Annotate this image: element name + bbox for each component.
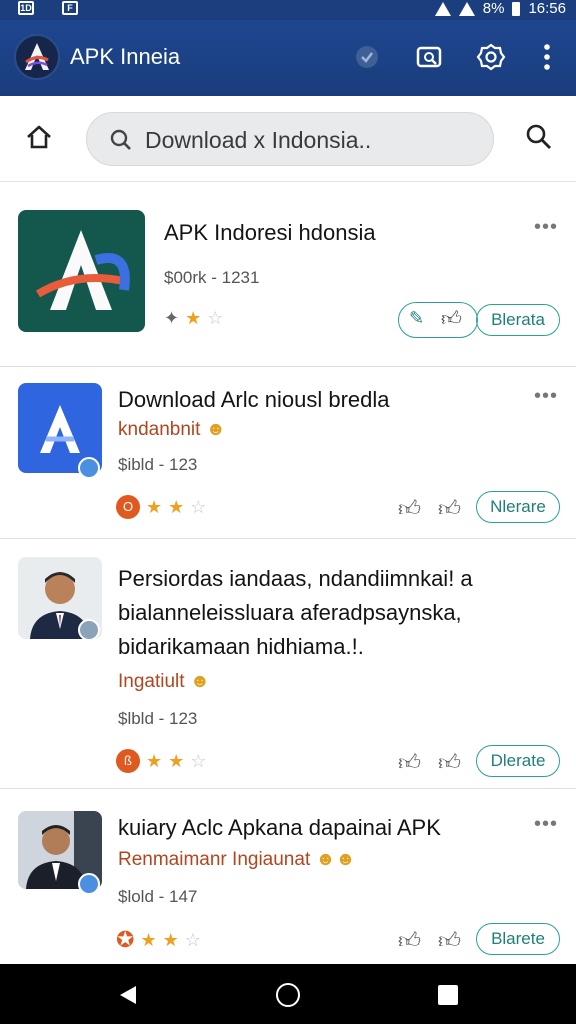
recents-icon[interactable] — [438, 985, 458, 1005]
search-icon — [109, 128, 133, 152]
battery-icon — [512, 1, 521, 16]
pin-icon: ✦ — [164, 308, 180, 328]
screenshot-icon[interactable] — [414, 42, 444, 72]
item-title-line[interactable]: bialanneleissluara aferadpsaynska, — [118, 597, 462, 629]
app-bar: APK Inneia — [0, 20, 576, 96]
smile-emoji-icon: ☻ — [205, 419, 226, 440]
verified-badge-icon — [78, 457, 100, 479]
star-icon: ★ — [185, 308, 202, 328]
app-logo-icon — [14, 34, 60, 80]
signal-icon — [458, 1, 475, 16]
thumbs-up-icon[interactable]: 👍︎ — [398, 749, 422, 775]
star-empty-icon: ☆ — [184, 929, 201, 950]
status-bar: 1D F 8% 16:56 — [0, 0, 576, 20]
item-meta: $lbld - 123 — [118, 709, 198, 728]
thumbs-up-icon[interactable]: 👍︎ — [398, 495, 422, 521]
item-title[interactable]: kuiary Aclc Apkana dapainai APK — [118, 815, 441, 841]
star-empty-icon: ☆ — [190, 496, 207, 517]
item-title[interactable]: Download Arlc niousl bredla — [118, 387, 390, 413]
thumbs-up-icon[interactable]: 👍︎ — [441, 307, 462, 331]
rating: ß ★ ★ ☆ — [116, 749, 206, 773]
list-item[interactable]: Download Arlc niousl bredla kndanbnit ☻ … — [0, 367, 576, 537]
share-icon[interactable]: 👍︎ — [438, 927, 462, 953]
item-subtitle: Ingatiult ☻ — [118, 671, 210, 692]
search-row: Download х Indonsia.. — [0, 96, 576, 182]
item-title-line[interactable]: Persiordas iandaas, ndandiimnkai! a — [118, 563, 473, 595]
list-item[interactable]: APK Indoresi hdonsia $00rk - 1231 ••• ✦ … — [0, 182, 576, 366]
notification-icon-2: F — [62, 1, 78, 15]
more-options-icon[interactable]: ••• — [534, 216, 558, 239]
star-icon: ★ — [162, 929, 179, 950]
star-icon: ★ — [146, 750, 163, 771]
notification-icon: 1D — [18, 1, 34, 15]
item-meta: $00rk - 1231 — [164, 268, 260, 287]
verified-badge-icon — [78, 619, 100, 641]
list-item[interactable]: kuiary Aclc Apkana dapainai APK Renmaima… — [0, 789, 576, 963]
search-query: Download х Indonsia.. — [145, 127, 372, 153]
wifi-icon — [434, 1, 451, 16]
item-meta: $lold - 147 — [118, 887, 198, 906]
rating: ✦ ★ ☆ — [164, 308, 223, 329]
action-button[interactable]: Dlerate — [476, 745, 560, 777]
item-subtitle: kndanbnit ☻ — [118, 419, 226, 440]
share-icon[interactable]: 👍︎ — [438, 749, 462, 775]
action-button[interactable]: Nlerare — [476, 491, 560, 523]
rating: O ★ ★ ☆ — [116, 495, 206, 519]
action-button[interactable]: Blarete — [476, 923, 560, 955]
star-icon: ★ — [146, 496, 163, 517]
item-title-line[interactable]: bidarikamaan hidhiama.!. — [118, 631, 364, 663]
shield-check-icon[interactable] — [352, 42, 382, 72]
thumbs-up-icon[interactable]: 👍︎ — [398, 927, 422, 953]
smile-emoji-icon: ☻ — [189, 671, 210, 692]
star-icon: ★ — [168, 750, 185, 771]
verified-badge-icon — [78, 873, 100, 895]
item-meta: $ibld - 123 — [118, 455, 198, 474]
clock: 16:56 — [528, 0, 566, 17]
star-icon: ★ — [168, 496, 185, 517]
share-icon[interactable]: 👍︎ — [438, 495, 462, 521]
item-subtitle: Renmaimanr Ingiaunat ☻☻ — [118, 849, 356, 870]
app-thumbnail-icon[interactable] — [18, 210, 145, 332]
navigation-bar — [0, 964, 576, 1024]
home-icon[interactable] — [24, 122, 54, 152]
back-icon[interactable] — [116, 984, 138, 1011]
star-empty-icon: ☆ — [207, 308, 224, 328]
battery-percent: 8% — [482, 0, 505, 17]
item-title[interactable]: APK Indoresi hdonsia — [164, 220, 376, 246]
list-item[interactable]: Persiordas iandaas, ndandiimnkai! a bial… — [0, 539, 576, 787]
smile-emoji-icon: ☻☻ — [315, 849, 356, 870]
user-avatar-icon: ß — [116, 749, 140, 773]
user-avatar-icon: O — [116, 495, 140, 519]
more-options-icon[interactable]: ••• — [534, 385, 558, 408]
rating: ✪ ★ ★ ☆ — [116, 927, 201, 953]
settings-icon[interactable] — [476, 42, 506, 72]
star-icon: ★ — [140, 929, 157, 950]
like-group[interactable]: ✎ 👍︎ — [398, 302, 478, 338]
search-button[interactable] — [524, 122, 554, 152]
search-input[interactable]: Download х Indonsia.. — [86, 112, 494, 166]
pen-icon[interactable]: ✎ — [409, 308, 424, 329]
more-vert-icon[interactable] — [532, 42, 562, 72]
flame-icon: ✪ — [116, 927, 135, 952]
action-button[interactable]: Blerata — [476, 304, 560, 336]
app-title: APK Inneia — [70, 44, 181, 69]
more-options-icon[interactable]: ••• — [534, 813, 558, 836]
star-empty-icon: ☆ — [190, 750, 207, 771]
home-nav-icon[interactable] — [276, 983, 300, 1007]
